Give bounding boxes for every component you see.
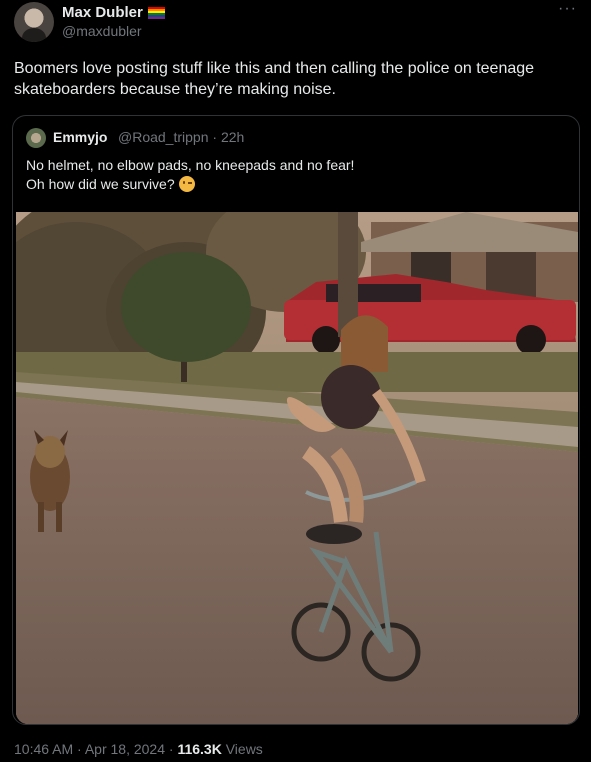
- tweet-text: Boomers love posting stuff like this and…: [14, 60, 535, 98]
- photo-illustration: [16, 212, 578, 724]
- views-label: Views: [225, 741, 263, 757]
- quote-author-meta: @Road_trippn · 22h: [118, 129, 244, 145]
- rainbow-flag-icon: [147, 6, 165, 19]
- quote-tweet-card[interactable]: Emmyjo @Road_trippn · 22h No helmet, no …: [12, 115, 580, 725]
- author-handle[interactable]: @maxdubler: [62, 23, 142, 39]
- quote-author-handle[interactable]: @Road_trippn: [118, 129, 209, 145]
- quote-text-line2: Oh how did we survive?: [26, 176, 175, 192]
- quote-text-line1: No helmet, no elbow pads, no kneepads an…: [26, 157, 355, 173]
- author-name-row[interactable]: Max Dubler: [62, 4, 165, 21]
- tweet-meta: 10:46 AM · Apr 18, 2024 · 116.3K Views: [14, 741, 263, 757]
- quote-text-line2-row: Oh how did we survive?: [26, 175, 566, 194]
- winking-face-icon: [178, 176, 195, 192]
- tweet-date[interactable]: · Apr 18, 2024 ·: [77, 741, 174, 757]
- tweet-time[interactable]: 10:46 AM: [14, 741, 73, 757]
- author-name[interactable]: Max Dubler: [62, 4, 143, 21]
- views-count[interactable]: 116.3K: [177, 741, 221, 757]
- quote-time[interactable]: · 22h: [212, 129, 244, 145]
- quote-text: No helmet, no elbow pads, no kneepads an…: [26, 156, 566, 194]
- avatar[interactable]: [14, 2, 54, 42]
- more-horizontal-icon[interactable]: ···: [558, 0, 577, 18]
- quote-author-name[interactable]: Emmyjo: [53, 129, 107, 145]
- quote-photo[interactable]: [16, 212, 578, 724]
- quote-avatar[interactable]: [26, 128, 46, 148]
